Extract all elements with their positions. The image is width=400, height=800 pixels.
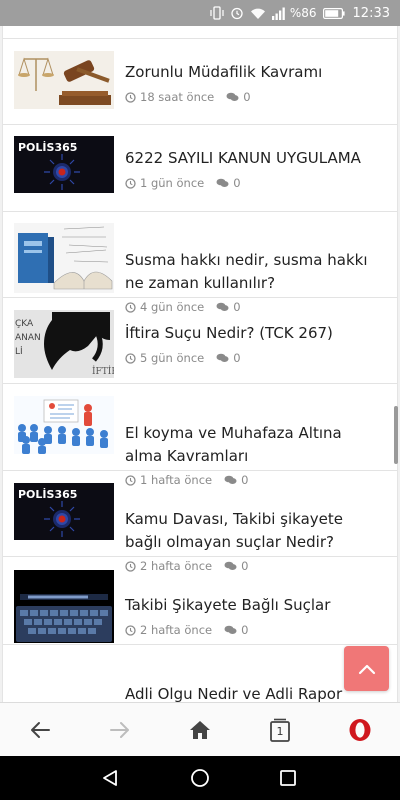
screen: %86 12:33 Zorunlu Müdafilik Kavramı 18 s… xyxy=(0,0,400,800)
article-list: Zorunlu Müdafilik Kavramı 18 saat önce 0… xyxy=(2,26,398,702)
comments-icon xyxy=(216,353,229,362)
article-title[interactable]: El koyma ve Muhafaza Altına alma Kavraml… xyxy=(125,422,377,468)
battery-percent: %86 xyxy=(289,6,317,20)
article-item[interactable]: Takibi Şikayete Bağlı Suçlar 2 hafta önc… xyxy=(3,557,397,645)
home-button[interactable] xyxy=(170,703,230,757)
comment-count-value: 0 xyxy=(243,90,251,104)
article-thumbnail[interactable]: POLİS365 xyxy=(14,136,114,193)
alarm-icon xyxy=(230,6,244,20)
article-title[interactable]: Kamu Davası, Takibi şikayete bağlı olmay… xyxy=(125,508,377,554)
browser-toolbar: 1 xyxy=(0,702,400,756)
thumb-side-text: ÇKA xyxy=(15,319,34,329)
article-title[interactable]: Adli Olgu Nedir ve Adli Rapor Nasıl Hazı… xyxy=(125,683,377,702)
article-thumbnail[interactable] xyxy=(14,396,114,454)
article-time: 18 saat önce xyxy=(140,90,215,104)
scroll-indicator[interactable] xyxy=(394,406,398,464)
clock-icon xyxy=(125,624,136,636)
nav-back-button[interactable] xyxy=(80,756,140,800)
article-item[interactable]: POLİS365 6222 SAYILI KANUN UYGULAMA 1 gü… xyxy=(3,125,397,212)
article-thumbnail[interactable]: POLİS365 xyxy=(14,483,114,540)
article-thumbnail[interactable] xyxy=(14,223,114,293)
wifi-icon xyxy=(250,7,266,20)
vibrate-icon xyxy=(210,6,224,20)
comment-count-value: 0 xyxy=(241,623,249,637)
back-arrow-icon xyxy=(31,722,50,738)
article-meta: 1 gün önce 0 xyxy=(125,176,241,190)
opera-icon xyxy=(349,719,371,741)
comments-icon xyxy=(216,178,229,187)
nav-recents-button[interactable] xyxy=(258,756,318,800)
status-bar: %86 12:33 xyxy=(0,0,400,26)
article-title[interactable]: 6222 SAYILI KANUN UYGULAMA xyxy=(125,147,377,170)
signal-icon xyxy=(271,7,286,20)
svg-text:Lİ: Lİ xyxy=(15,346,23,357)
article-title[interactable]: İftira Suçu Nedir? (TCK 267) xyxy=(125,322,377,345)
nav-back-icon xyxy=(103,770,117,786)
article-item[interactable]: POLİS365 Kamu Davası, Takibi şikayete ba… xyxy=(3,471,397,573)
article-thumbnail[interactable] xyxy=(14,51,114,109)
tab-count: 1 xyxy=(276,724,284,738)
thumb-logo-text: POLİS365 xyxy=(18,487,77,501)
article-item[interactable]: Susma hakkı nedir, susma hakkı ne zaman … xyxy=(3,212,397,314)
nav-home-button[interactable] xyxy=(170,756,230,800)
svg-text:ANAN: ANAN xyxy=(15,333,41,343)
clock-icon xyxy=(125,177,136,189)
article-title[interactable]: Zorunlu Müdafilik Kavramı xyxy=(125,61,377,84)
back-to-top-button[interactable] xyxy=(344,646,389,691)
article-meta: 5 gün önce 0 xyxy=(125,351,241,365)
comments-icon xyxy=(226,92,239,101)
article-time: 5 gün önce xyxy=(140,351,205,365)
forward-arrow-icon xyxy=(110,722,129,738)
article-item[interactable]: Zorunlu Müdafilik Kavramı 18 saat önce 0 xyxy=(3,39,397,125)
comment-count: 0 xyxy=(216,176,241,190)
status-time: 12:33 xyxy=(352,5,390,21)
nav-home-icon xyxy=(191,769,209,787)
clock-icon xyxy=(125,352,136,364)
article-thumbnail[interactable]: ÇKA ANAN Lİ İFTİR xyxy=(14,310,114,378)
chevron-up-icon xyxy=(358,664,375,674)
article-time: 1 gün önce xyxy=(140,176,205,190)
comment-count: 0 xyxy=(224,623,248,637)
home-icon xyxy=(190,721,210,739)
thumb-logo-text: İFTİR xyxy=(92,365,114,377)
thumb-logo-text: POLİS365 xyxy=(18,140,77,154)
article-title[interactable]: Takibi Şikayete Bağlı Suçlar xyxy=(125,594,377,617)
article-thumbnail[interactable] xyxy=(14,570,114,643)
comment-count-value: 0 xyxy=(233,351,241,365)
comments-icon xyxy=(224,625,237,634)
clock-icon xyxy=(125,91,136,103)
back-button[interactable] xyxy=(10,703,70,757)
battery-icon xyxy=(322,7,345,19)
tabs-button[interactable]: 1 xyxy=(250,703,310,757)
article-meta: 18 saat önce 0 xyxy=(125,90,251,104)
article-meta: 2 hafta önce 0 xyxy=(125,623,248,637)
opera-menu-button[interactable] xyxy=(330,703,390,757)
system-nav-bar xyxy=(0,756,400,800)
comment-count: 0 xyxy=(216,351,241,365)
comment-count: 0 xyxy=(226,90,251,104)
article-title[interactable]: Susma hakkı nedir, susma hakkı ne zaman … xyxy=(125,249,377,295)
forward-button[interactable] xyxy=(90,703,150,757)
article-time: 2 hafta önce xyxy=(140,623,213,637)
nav-recents-icon xyxy=(280,770,296,786)
article-item[interactable]: Adli Olgu Nedir ve Adli Rapor Nasıl Hazı… xyxy=(3,645,397,702)
article-item[interactable]: El koyma ve Muhafaza Altına alma Kavraml… xyxy=(3,384,397,487)
comment-count-value: 0 xyxy=(233,176,241,190)
article-item[interactable]: ÇKA ANAN Lİ İFTİR İftira Suçu Nedir? (TC… xyxy=(3,298,397,384)
